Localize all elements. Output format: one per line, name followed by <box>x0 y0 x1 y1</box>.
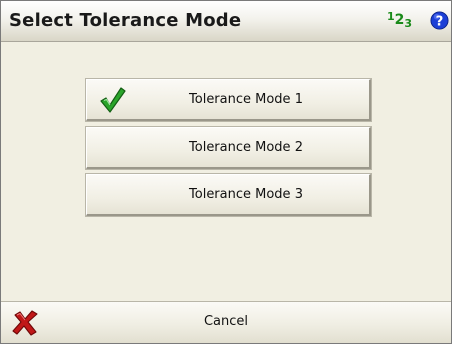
svg-text:?: ? <box>436 14 444 29</box>
cancel-button[interactable]: Cancel <box>1 302 451 343</box>
123-input-icon[interactable]: 123 <box>387 10 412 30</box>
help-icon[interactable]: ? <box>430 11 449 30</box>
tolerance-mode-dialog: Select Tolerance Mode 123 ? Tolerance Mo… <box>0 0 452 344</box>
tolerance-mode-3-button[interactable]: Tolerance Mode 3 <box>85 173 372 217</box>
mode-label: Tolerance Mode 1 <box>189 92 303 107</box>
mode-label: Tolerance Mode 3 <box>189 187 303 202</box>
mode-label: Tolerance Mode 2 <box>189 140 303 155</box>
tolerance-mode-2-button[interactable]: Tolerance Mode 2 <box>85 126 372 170</box>
content-area: Tolerance Mode 1 Tolerance Mode 2 Tolera… <box>1 42 451 296</box>
title-bar: Select Tolerance Mode 123 ? <box>1 1 451 42</box>
dialog-title: Select Tolerance Mode <box>9 10 242 31</box>
footer-bar: Cancel <box>1 301 451 343</box>
tolerance-mode-1-button[interactable]: Tolerance Mode 1 <box>85 78 372 122</box>
cancel-label: Cancel <box>203 314 249 329</box>
